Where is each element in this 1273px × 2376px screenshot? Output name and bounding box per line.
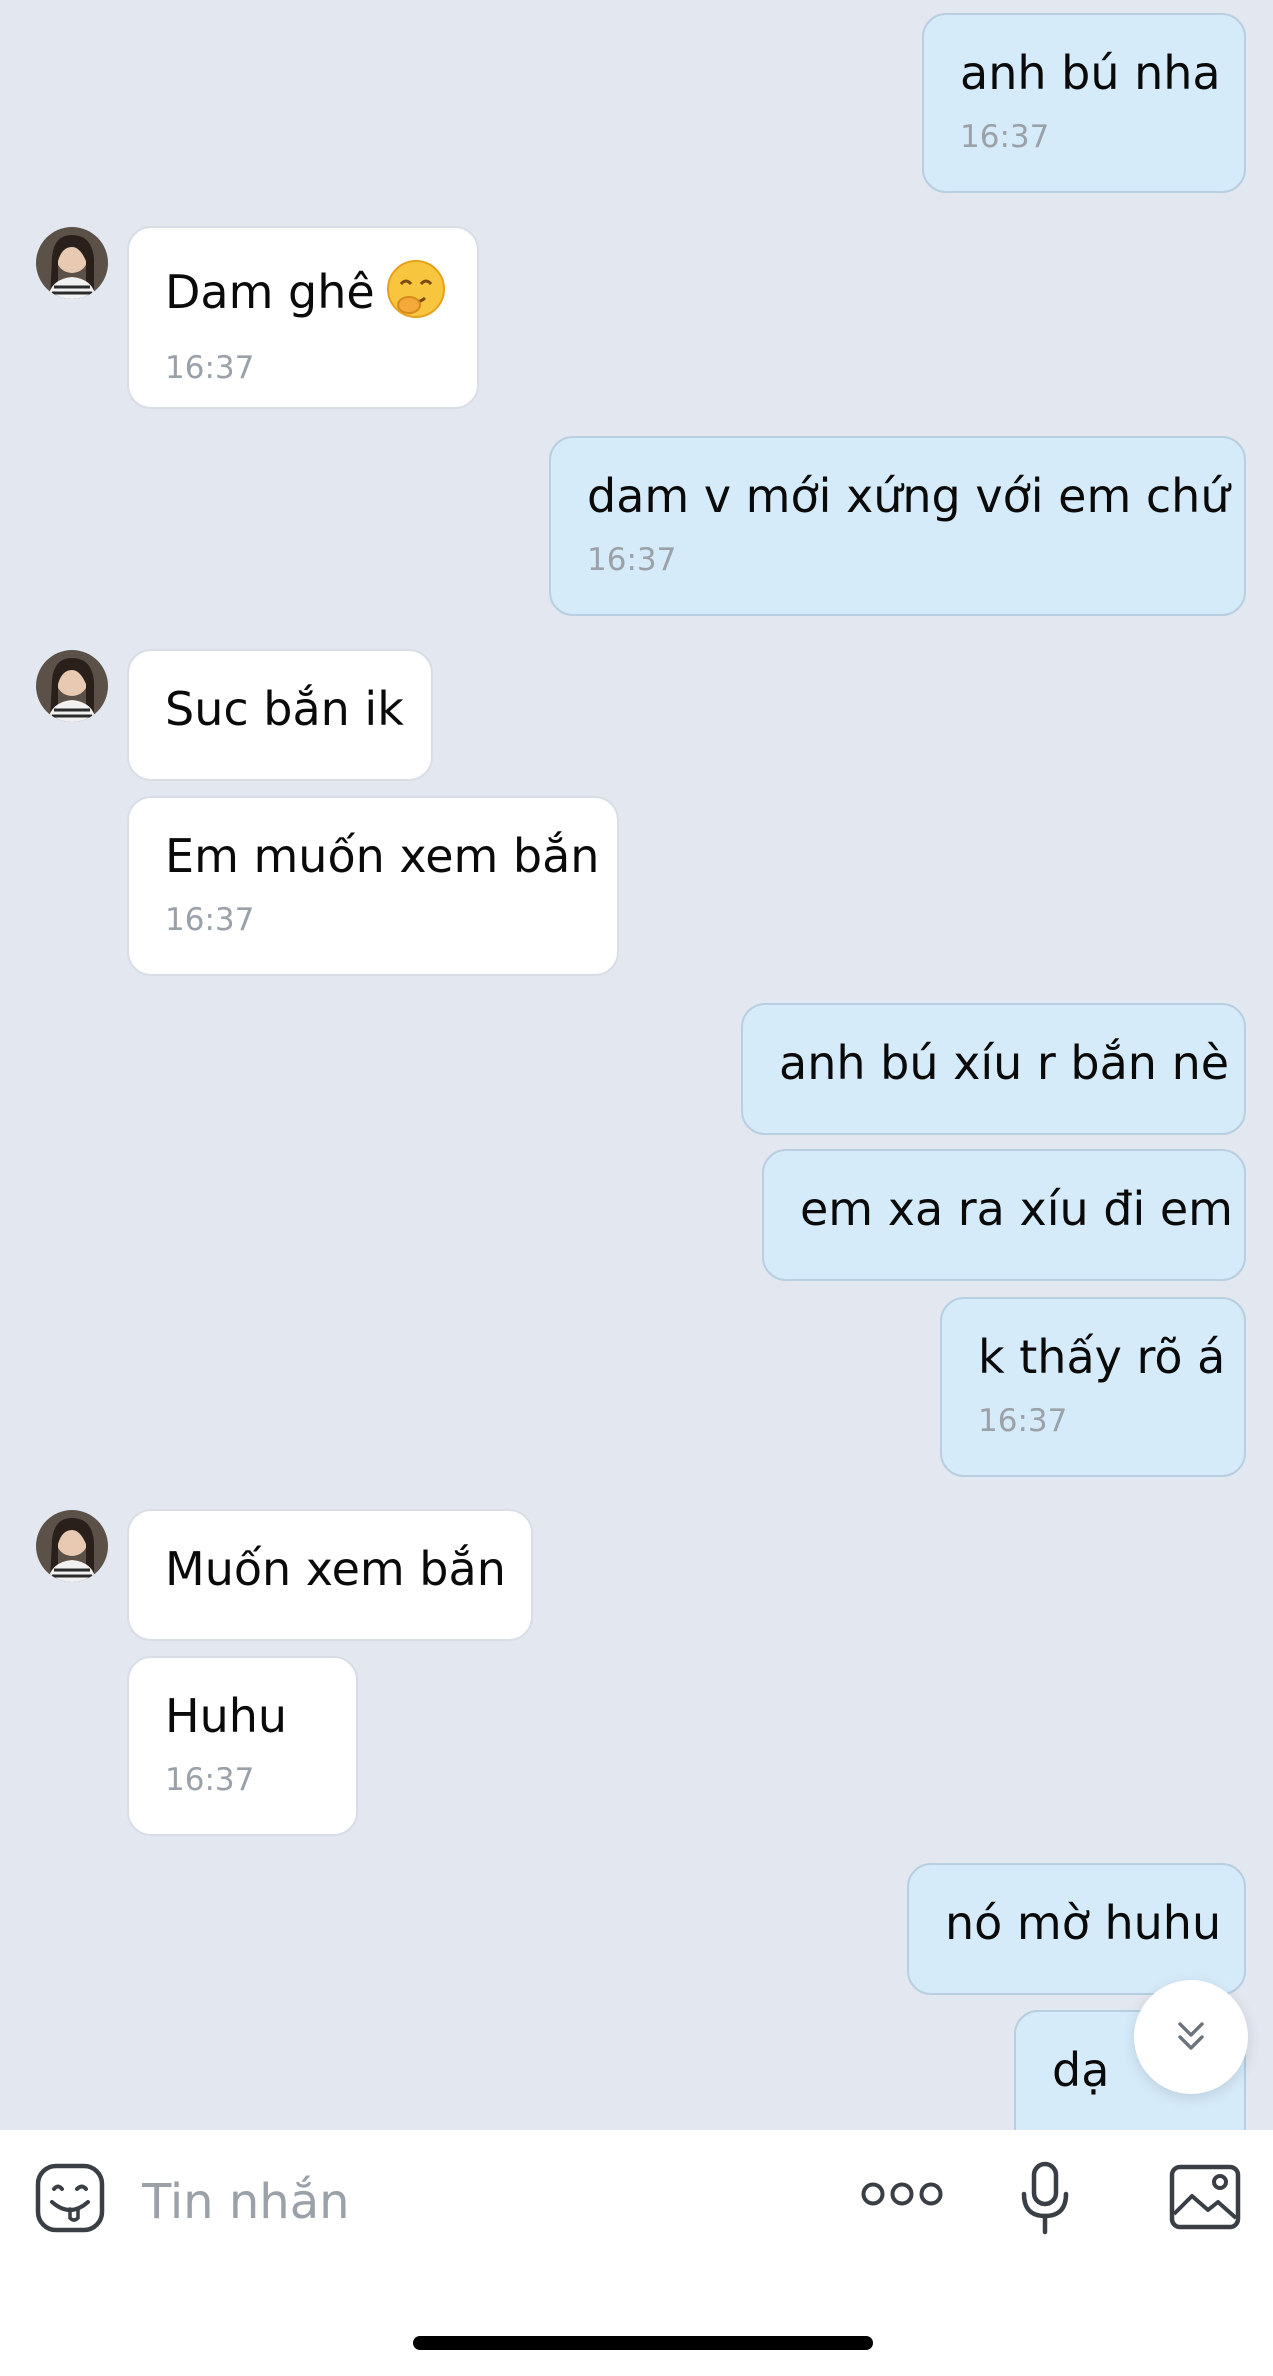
message-text: anh bú nha	[960, 46, 1221, 100]
chevron-double-down-icon	[1178, 2022, 1204, 2050]
message-bubble-outgoing[interactable]: em xa ra xíu đi em	[762, 1149, 1246, 1281]
message-text: Muốn xem bắn	[165, 1542, 506, 1596]
scroll-to-bottom-button[interactable]	[1134, 1980, 1248, 2094]
message-text: Em muốn xem bắn	[165, 829, 600, 883]
message-bubble-incoming[interactable]: Dam ghê 16:37	[127, 226, 479, 409]
message-text: dam v mới xứng với em chứ	[587, 469, 1230, 523]
chat-area: anh bú nha 16:37 Dam ghê 16:37 dam v mới…	[0, 0, 1273, 2130]
message-bubble-outgoing[interactable]: anh bú xíu r bắn nè	[741, 1003, 1246, 1135]
message-bubble-incoming[interactable]: Muốn xem bắn	[127, 1509, 533, 1641]
message-time: 16:37	[587, 542, 677, 578]
message-text: nó mờ huhu	[945, 1896, 1222, 1950]
message-bubble-incoming[interactable]: Suc bắn ik	[127, 649, 433, 781]
message-text: Suc bắn ik	[165, 682, 404, 736]
avatar-photo	[36, 1510, 108, 1582]
message-time: 16:37	[165, 902, 255, 938]
microphone-button[interactable]	[1017, 2160, 1081, 2244]
contact-avatar[interactable]	[36, 650, 108, 722]
message-bubble-incoming[interactable]: Em muốn xem bắn 16:37	[127, 796, 619, 976]
contact-avatar[interactable]	[36, 227, 108, 299]
more-button[interactable]	[860, 2180, 950, 2220]
message-bubble-outgoing[interactable]: anh bú nha 16:37	[922, 13, 1246, 193]
message-text: Dam ghê	[165, 265, 375, 319]
message-input[interactable]	[142, 2169, 822, 2235]
image-icon	[1169, 2164, 1241, 2230]
avatar-photo	[36, 650, 108, 722]
more-icon	[861, 2182, 943, 2206]
contact-avatar[interactable]	[36, 1510, 108, 1582]
message-text: k thấy rõ á	[978, 1330, 1226, 1384]
message-time: 16:37	[165, 1762, 255, 1798]
avatar-photo	[36, 227, 108, 299]
message-bubble-outgoing[interactable]: dam v mới xứng với em chứ 16:37	[549, 436, 1246, 616]
microphone-icon	[1021, 2161, 1069, 2235]
message-text: anh bú xíu r bắn nè	[779, 1036, 1230, 1090]
message-text: Huhu	[165, 1689, 288, 1743]
message-bubble-outgoing[interactable]: nó mờ huhu	[907, 1863, 1246, 1995]
message-time: 16:37	[165, 350, 255, 386]
message-bubble-incoming[interactable]: Huhu 16:37	[127, 1656, 358, 1836]
sticker-button[interactable]	[34, 2162, 110, 2238]
message-bubble-outgoing[interactable]: k thấy rõ á 16:37	[940, 1297, 1246, 1477]
message-time: 16:37	[960, 119, 1050, 155]
image-button[interactable]	[1168, 2162, 1244, 2238]
message-text: em xa ra xíu đi em	[800, 1182, 1233, 1236]
thinking-laughing-emoji-icon	[385, 258, 447, 332]
sticker-icon	[35, 2163, 105, 2233]
home-indicator	[413, 2336, 873, 2350]
message-time: 16:37	[978, 1403, 1068, 1439]
